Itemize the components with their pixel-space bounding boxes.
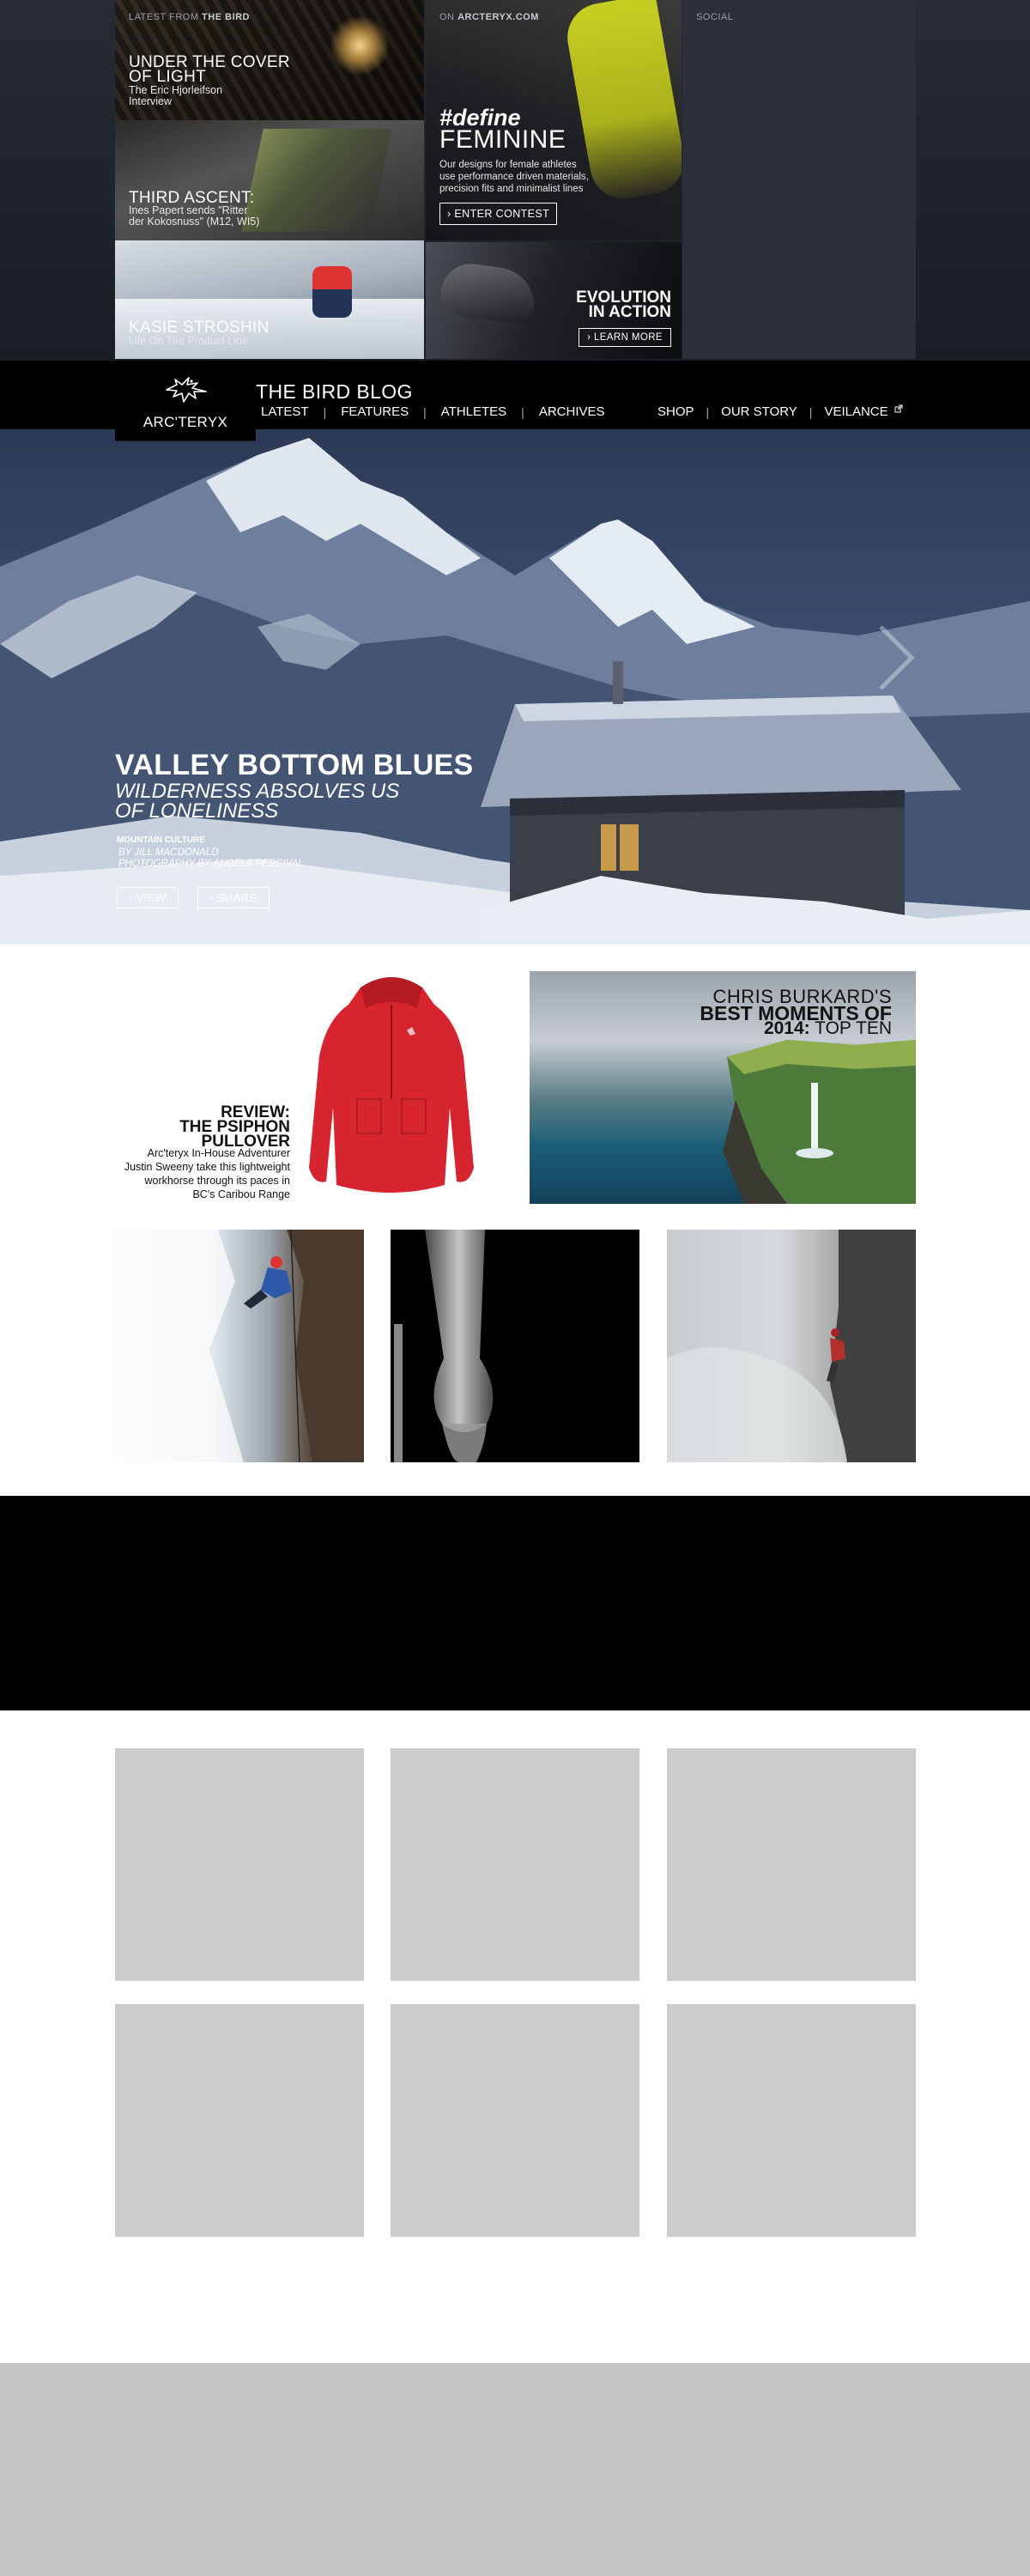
nav-separator: | (706, 404, 710, 419)
social-column: SOCIAL (682, 0, 916, 359)
placeholder-tile (115, 2004, 364, 2237)
feminine-title: FEMININE (439, 125, 566, 154)
placeholder-tile (115, 1748, 364, 1981)
photo-card-xray[interactable] (391, 1230, 639, 1462)
placeholder-tile (391, 2004, 639, 2237)
nav-separator: | (323, 404, 327, 419)
black-banner (0, 1496, 1030, 1710)
burkard-top-ten-card[interactable]: CHRIS BURKARD'S BEST MOMENTS OF 2014: TO… (530, 971, 916, 1204)
review-title: REVIEW: THE PSIPHON PULLOVER (179, 1103, 290, 1151)
hero-title[interactable]: VALLEY BOTTOM BLUES (115, 749, 474, 782)
footer (0, 2363, 1030, 2576)
cliff-climber-image (667, 1230, 916, 1462)
photo-card-ice-climber[interactable] (115, 1230, 364, 1462)
nav-latest[interactable]: LATEST (261, 404, 309, 419)
blog-title[interactable]: THE BIRD BLOG (256, 380, 413, 404)
tile-subtitle: Interview (129, 95, 173, 107)
arcteryx-logo[interactable]: ARC'TERYX (115, 361, 256, 441)
chevron-right-icon[interactable] (874, 623, 917, 692)
hero-photo-credit: PHOTOGRAPHY BY ANGELA PERCIVAL (118, 859, 304, 869)
jacket-image (309, 977, 474, 1193)
learn-more-button[interactable]: › LEARN MORE (579, 328, 671, 347)
tile-title: OF LIGHT (129, 68, 207, 86)
nav-separator: | (521, 404, 524, 419)
hero-byline: BY JILL MACDONALD (118, 848, 219, 858)
social-heading: SOCIAL (696, 12, 734, 22)
review-card[interactable]: REVIEW: THE PSIPHON PULLOVER Arc'teryx I… (115, 970, 493, 1204)
nav-athletes[interactable]: ATHLETES (441, 404, 506, 419)
nav-separator: | (809, 404, 813, 419)
archaeopteryx-logo-icon (166, 377, 207, 403)
blog-nav: LATEST | FEATURES | ATHLETES | ARCHIVES (261, 404, 605, 419)
view-button[interactable]: › VIEW (117, 887, 179, 908)
latest-tile-kasie-stroshin[interactable]: KASIE STROSHIN Life On The Product Line (115, 240, 424, 359)
photo-card-cliff-climber[interactable] (667, 1230, 916, 1462)
burkard-line-3: 2014: TOP TEN (763, 1018, 892, 1038)
share-button[interactable]: › SHARE (197, 887, 270, 908)
placeholder-tile (667, 1748, 916, 1981)
latest-tile-third-ascent[interactable]: THIRD ASCENT: Ines Papert sends "Ritter … (115, 120, 424, 240)
external-link-icon (894, 404, 903, 413)
logo-wordmark: ARC'TERYX (142, 414, 228, 430)
hero-subtitle: WILDERNESS ABSOLVES US OF LONELINESS (115, 780, 400, 823)
latest-column: LATEST FROM THE BIRD UNDER THE COVER OF … (115, 0, 424, 359)
tile-subtitle: Life On The Product Line (129, 335, 248, 347)
evolution-title: EVOLUTION IN ACTION (576, 289, 671, 321)
latest-heading: LATEST FROM THE BIRD (129, 12, 250, 22)
feminine-description: Our designs for female athletes use perf… (439, 160, 589, 194)
placeholder-tile (391, 1748, 639, 1981)
nav-archives[interactable]: ARCHIVES (539, 404, 605, 419)
ice-climber-image (115, 1230, 364, 1462)
nav-separator: | (423, 404, 427, 419)
nav-veilance[interactable]: VEILANCE (824, 404, 903, 419)
nav-our-story[interactable]: OUR STORY (721, 404, 797, 419)
enter-contest-button[interactable]: › ENTER CONTEST (439, 203, 558, 225)
tile-title: KASIE STROSHIN (129, 319, 270, 337)
arcteryx-column: ON ARCTERYX.COM #define FEMININE Our des… (426, 0, 682, 359)
arcteryx-heading: ON ARCTERYX.COM (439, 12, 539, 22)
top-panel: LATEST FROM THE BIRD UNDER THE COVER OF … (0, 0, 1030, 361)
feminine-promo: ON ARCTERYX.COM #define FEMININE Our des… (426, 0, 682, 240)
hero-category[interactable]: MOUNTAIN CULTURE (117, 835, 205, 845)
review-description: Arc'teryx In-House Adventurer Justin Swe… (124, 1147, 290, 1200)
xray-image (394, 1230, 494, 1462)
evolution-promo: EVOLUTION IN ACTION › LEARN MORE (426, 242, 682, 359)
site-nav: SHOP | OUR STORY | VEILANCE (657, 404, 903, 419)
tile-subtitle: der Kokosnuss" (M12, WI5) (129, 216, 260, 228)
nav-shop[interactable]: SHOP (657, 404, 694, 419)
nav-features[interactable]: FEATURES (341, 404, 409, 419)
placeholder-tile (667, 2004, 916, 2237)
